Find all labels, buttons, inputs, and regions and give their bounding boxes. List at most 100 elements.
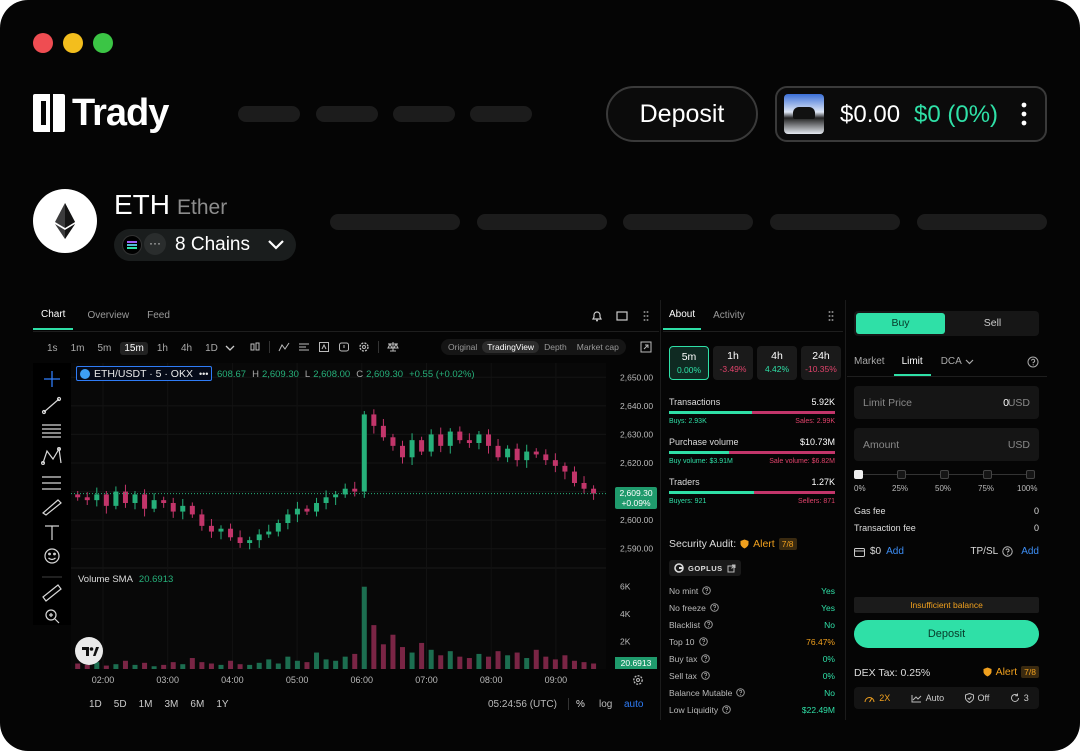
chart-tabs: Chart Overview Feed [33, 300, 178, 330]
help-icon[interactable] [710, 603, 719, 612]
settings-icon[interactable] [632, 674, 644, 686]
replay-icon[interactable] [318, 341, 330, 353]
view-mode-original[interactable]: Original [443, 341, 482, 353]
more-vertical-icon[interactable] [1021, 102, 1027, 126]
timeframe-1D[interactable]: 1D [201, 342, 222, 355]
help-icon[interactable] [1002, 546, 1013, 557]
goplus-badge[interactable]: GOPLUS [669, 560, 741, 576]
tab-limit[interactable]: Limit [893, 351, 931, 376]
period-24h[interactable]: 24h -10.35% [801, 346, 841, 380]
period-5m[interactable]: 5m 0.00% [669, 346, 709, 380]
header-deposit-button[interactable]: Deposit [606, 86, 758, 142]
slider-stop[interactable] [1026, 470, 1035, 479]
minimize-window-dot[interactable] [63, 33, 83, 53]
setting-shield[interactable]: Off [964, 693, 989, 703]
settings-icon[interactable] [358, 341, 370, 353]
close-window-dot[interactable] [33, 33, 53, 53]
help-icon[interactable] [701, 671, 710, 680]
buy-tab[interactable]: Buy [856, 313, 945, 334]
wallet-widget[interactable]: $0.00 $0 (0%) [775, 86, 1047, 142]
help-icon[interactable] [704, 620, 713, 629]
limit-price-field[interactable]: Limit Price 0 USD [854, 386, 1039, 419]
candles-icon[interactable] [249, 341, 261, 353]
drag-handle-icon[interactable] [828, 310, 834, 322]
help-icon[interactable] [722, 705, 731, 714]
slider-stop[interactable] [897, 470, 906, 479]
tab-feed[interactable]: Feed [139, 301, 178, 330]
tab-market[interactable]: Market [847, 351, 892, 375]
volume-bar [485, 656, 491, 669]
auto-toggle[interactable]: auto [624, 699, 643, 710]
candle-body [94, 494, 100, 501]
chevron-down-icon[interactable] [965, 359, 974, 365]
alert-icon[interactable] [338, 341, 350, 353]
timeframe-1h[interactable]: 1h [153, 342, 172, 355]
amount-field[interactable]: Amount USD [854, 428, 1039, 461]
range-1M[interactable]: 1M [139, 699, 153, 710]
stat-right: Sellers: 871 [798, 498, 835, 505]
view-mode-depth[interactable]: Depth [539, 341, 572, 353]
period-1h[interactable]: 1h -3.49% [713, 346, 753, 380]
percent-toggle[interactable]: % [576, 699, 585, 710]
indicators-icon[interactable] [278, 341, 290, 353]
tab-chart[interactable]: Chart [33, 300, 74, 330]
pair-legend[interactable]: ETH/USDT · 5 · OKX ••• [76, 366, 213, 381]
range-1Y[interactable]: 1Y [216, 699, 228, 710]
view-mode-tradingview[interactable]: TradingView [482, 341, 540, 353]
volume-bar [266, 659, 272, 669]
timeframe-1m[interactable]: 1m [67, 342, 89, 355]
trade-deposit-button[interactable]: Deposit [854, 620, 1039, 648]
security-row: Top 10 76.47% [669, 637, 835, 654]
fullscreen-icon[interactable] [640, 341, 652, 353]
brand-logo[interactable]: Trady [33, 92, 169, 134]
timeframe-15m[interactable]: 15m [120, 341, 148, 355]
gas-fee-value: 0 [1033, 506, 1039, 516]
timeframe-4h[interactable]: 4h [177, 342, 196, 355]
range-6M[interactable]: 6M [190, 699, 204, 710]
tab-dca[interactable]: DCA [933, 351, 965, 375]
range-1D[interactable]: 1D [89, 699, 102, 710]
tab-about[interactable]: About [663, 300, 702, 330]
amount-slider[interactable]: 0% 25% 50% 75% 100% [854, 470, 1039, 496]
help-icon[interactable] [1027, 356, 1039, 368]
range-5D[interactable]: 5D [114, 699, 127, 710]
sell-tab[interactable]: Sell [948, 313, 1037, 334]
amount-unit: USD [1007, 439, 1030, 451]
tradingview-logo[interactable] [75, 637, 103, 665]
tab-activity[interactable]: Activity [707, 301, 751, 330]
maximize-window-dot[interactable] [93, 33, 113, 53]
help-icon[interactable] [698, 637, 708, 646]
help-icon[interactable] [736, 688, 746, 697]
slider-stop[interactable] [983, 470, 992, 479]
bell-icon[interactable] [591, 310, 603, 322]
nav-placeholder [238, 106, 300, 122]
slider-stop[interactable] [854, 470, 863, 479]
tpsl-add-link[interactable]: Add [1021, 546, 1039, 557]
setting-speed[interactable]: 2X [864, 693, 890, 703]
scale-icon[interactable] [387, 341, 399, 353]
list-icon[interactable] [298, 341, 310, 353]
candle-body [161, 500, 167, 503]
add-funds-link[interactable]: Add [886, 546, 904, 557]
price-tick: 2,620.00 [620, 458, 653, 468]
view-mode-market-cap[interactable]: Market cap [572, 341, 624, 353]
security-value: 0% [822, 654, 835, 664]
setting-chart-line[interactable]: Auto [911, 693, 944, 703]
chains-dropdown[interactable]: ··· 8 Chains [114, 229, 296, 261]
legend-more[interactable]: ••• [199, 369, 208, 379]
range-3M[interactable]: 3M [165, 699, 179, 710]
period-4h[interactable]: 4h 4.42% [757, 346, 797, 380]
timeframe-5m[interactable]: 5m [93, 342, 115, 355]
slider-stop[interactable] [940, 470, 949, 479]
window-icon[interactable] [616, 310, 628, 322]
drag-handle-icon[interactable] [643, 310, 649, 322]
log-toggle[interactable]: log [599, 699, 612, 710]
tab-overview[interactable]: Overview [79, 301, 137, 330]
timeframe-1s[interactable]: 1s [43, 342, 62, 355]
help-icon[interactable] [701, 654, 711, 663]
help-icon[interactable] [702, 586, 712, 595]
price-chart[interactable]: 02:00 03:00 04:00 05:00 06:00 07:00 08:00 09:00… [71, 363, 659, 690]
setting-refresh[interactable]: 3 [1010, 693, 1029, 703]
candle-body [342, 488, 348, 495]
chevron-down-icon[interactable] [225, 345, 235, 352]
